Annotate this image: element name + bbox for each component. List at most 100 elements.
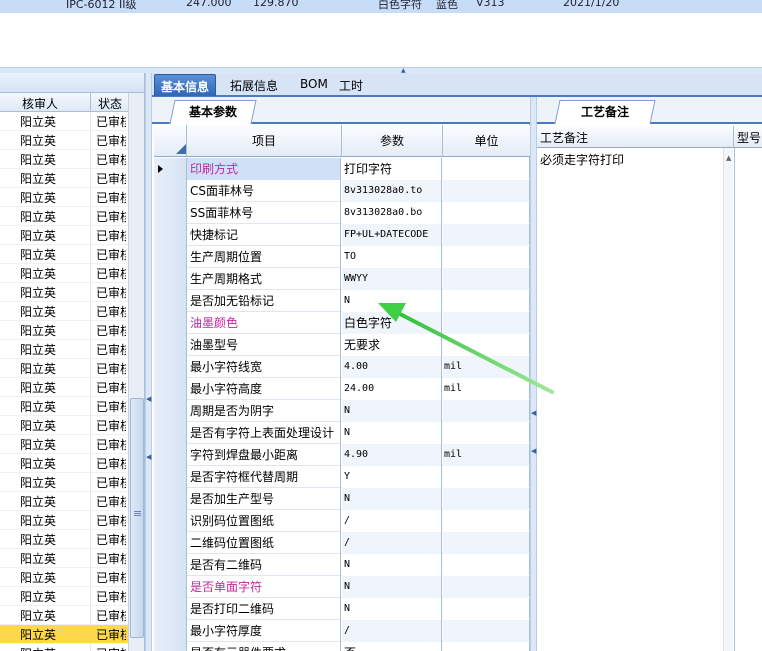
param-cell[interactable]: / [342,532,442,554]
param-cell[interactable]: N [342,400,442,422]
item-cell[interactable]: 油墨颜色 [187,312,341,334]
select-all-icon[interactable] [176,144,186,154]
left-vertical-scrollbar[interactable] [128,93,144,651]
item-cell[interactable]: 是否加无铅标记 [187,290,341,312]
param-cell[interactable]: N [342,576,442,598]
table-row[interactable]: 是否字符框代替周期 Y [154,466,530,488]
table-row[interactable]: 是否有字符上表面处理设计 N [154,422,530,444]
unit-cell[interactable] [443,334,529,356]
unit-cell[interactable] [443,466,529,488]
col-unit-header[interactable]: 单位 [443,125,530,157]
tab-basic-params[interactable]: 基本参数 [169,100,257,124]
row-indicator[interactable] [154,158,187,180]
list-item[interactable]: 阳立英 已审核 [0,302,128,321]
col-note-header[interactable]: 工艺备注 [540,129,588,146]
list-item[interactable]: 阳立英 已审核 [0,264,128,283]
col-item-header[interactable]: 项目 [187,125,342,157]
row-indicator[interactable] [154,532,187,554]
row-indicator[interactable] [154,444,187,466]
param-cell[interactable]: N [342,554,442,576]
param-cell[interactable]: 24.00 [342,378,442,400]
list-item[interactable]: 阳立英 已审核 [0,378,128,397]
unit-cell[interactable] [443,554,529,576]
param-cell[interactable]: / [342,510,442,532]
param-cell[interactable]: 8v313028a0.bo [342,202,442,224]
scrollbar-thumb[interactable] [130,398,144,638]
item-cell[interactable]: 是否有二维码 [187,554,341,576]
item-cell[interactable]: 最小字符厚度 [187,620,341,642]
row-indicator[interactable] [154,268,187,290]
row-indicator[interactable] [154,334,187,356]
unit-cell[interactable]: mil [443,378,529,400]
list-item[interactable]: 阳立英 已审核 [0,492,128,511]
table-row[interactable]: 是否有元器件要求否 [154,642,530,651]
tab-work-hours[interactable]: 工时 [333,74,369,96]
list-item[interactable]: 阳立英 已审核 [0,150,128,169]
table-row[interactable]: CS面菲林号 8v313028a0.to [154,180,530,202]
table-row[interactable]: SS面菲林号 8v313028a0.bo [154,202,530,224]
table-row[interactable]: 是否加生产型号 N [154,488,530,510]
scroll-up-icon[interactable]: ▲ [726,154,731,162]
row-indicator[interactable] [154,224,187,246]
unit-cell[interactable] [443,576,529,598]
param-cell[interactable]: FP+UL+DATECODE [342,224,442,246]
list-item[interactable]: 阳立英 已审核 [0,169,128,188]
item-cell[interactable]: 是否打印二维码 [187,598,341,620]
row-indicator[interactable] [154,620,187,642]
param-cell[interactable]: N [342,488,442,510]
list-item[interactable]: 阳立英 已审核 [0,283,128,302]
param-cell[interactable]: 4.90 [342,444,442,466]
item-cell[interactable]: 油墨型号 [187,334,341,356]
item-cell[interactable]: 生产周期格式 [187,268,341,290]
table-row[interactable]: 周期是否为阴字 N [154,400,530,422]
table-row[interactable]: 是否有二维码 N [154,554,530,576]
item-cell[interactable]: 是否字符框代替周期 [187,466,341,488]
param-cell[interactable]: N [342,598,442,620]
row-indicator[interactable] [154,290,187,312]
item-cell[interactable]: 是否有字符上表面处理设计 [187,422,341,444]
row-indicator[interactable] [154,312,187,334]
item-cell[interactable]: SS面菲林号 [187,202,341,224]
unit-cell[interactable] [443,246,529,268]
item-cell[interactable]: CS面菲林号 [187,180,341,202]
list-item[interactable]: 阳立英 已审核 [0,625,128,644]
row-indicator[interactable] [154,422,187,444]
row-indicator[interactable] [154,400,187,422]
list-item[interactable]: 阳立英 已审核 [0,359,128,378]
row-indicator[interactable] [154,466,187,488]
item-cell[interactable]: 是否单面字符 [187,576,341,598]
param-cell[interactable]: / [342,620,442,642]
row-indicator[interactable] [154,246,187,268]
unit-cell[interactable] [443,532,529,554]
list-item[interactable]: 阳立英 已审核 [0,435,128,454]
unit-cell[interactable] [443,488,529,510]
col-reviewer-header[interactable]: 核审人 [22,95,58,112]
table-row[interactable]: 印刷方式 打印字符 [154,158,530,180]
item-cell[interactable]: 最小字符高度 [187,378,341,400]
item-cell[interactable]: 是否加生产型号 [187,488,341,510]
param-cell[interactable]: TO [342,246,442,268]
param-cell[interactable]: N [342,290,442,312]
unit-cell[interactable] [443,422,529,444]
unit-cell[interactable] [443,224,529,246]
item-cell[interactable]: 识别码位置图纸 [187,510,341,532]
list-item[interactable]: 阳立英 已审核 [0,549,128,568]
collapse-right-icon-2[interactable]: ◀ [531,447,536,455]
list-item[interactable]: 阳立英 已审核 [0,188,128,207]
unit-cell[interactable] [443,180,529,202]
unit-cell[interactable] [443,642,529,651]
unit-cell[interactable] [443,202,529,224]
row-indicator[interactable] [154,378,187,400]
tab-process-notes[interactable]: 工艺备注 [554,100,656,124]
unit-cell[interactable] [443,290,529,312]
list-item[interactable]: 阳立英 已审核 [0,473,128,492]
unit-cell[interactable] [443,598,529,620]
list-item[interactable]: 阳立英 已审核 [0,454,128,473]
row-indicator[interactable] [154,576,187,598]
param-cell[interactable]: N [342,422,442,444]
top-record-row[interactable]: IPC-6012 II级 247.000 129.870 白色字符 蓝色 V31… [0,0,762,13]
param-cell[interactable]: WWYY [342,268,442,290]
item-cell[interactable]: 周期是否为阴字 [187,400,341,422]
param-cell[interactable]: 白色字符 [342,312,442,334]
header-divider[interactable] [733,126,734,148]
